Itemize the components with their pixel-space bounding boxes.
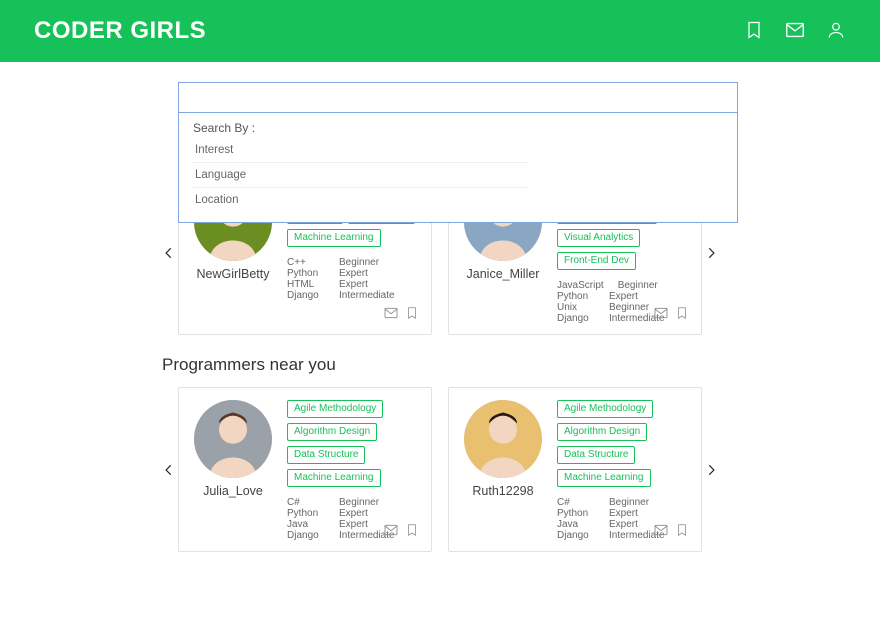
skill-row: JavaScript Beginner	[557, 280, 687, 291]
bookmark-icon[interactable]	[744, 20, 764, 43]
search-option-location[interactable]: Location	[193, 188, 527, 212]
skill-level: Expert	[609, 519, 638, 530]
skill-row: HTML Expert	[287, 279, 417, 290]
skill-row: Python Expert	[287, 268, 417, 279]
skill-level: Expert	[339, 268, 368, 279]
interest-tag[interactable]: Agile Methodology	[557, 400, 653, 418]
skill-lang: Django	[557, 530, 595, 541]
skill-level: Expert	[609, 508, 638, 519]
chevron-left-icon[interactable]	[160, 246, 178, 260]
skill-lang: Unix	[557, 302, 595, 313]
interest-tag[interactable]: Machine Learning	[557, 469, 651, 487]
skills-list: C++ Beginner Python Expert HTML Expert Django I…	[287, 257, 417, 301]
card-actions	[383, 305, 419, 324]
skill-level: Expert	[609, 291, 638, 302]
chevron-right-icon[interactable]	[702, 246, 720, 260]
card-actions	[653, 305, 689, 324]
username[interactable]: Ruth12298	[472, 484, 533, 498]
avatar[interactable]	[464, 400, 542, 478]
chevron-right-icon[interactable]	[702, 463, 720, 477]
bookmark-icon[interactable]	[405, 305, 419, 324]
profile-card: Ruth12298 Agile Methodology Algorithm Des…	[448, 387, 702, 552]
tag-row: Agile Methodology Algorithm Design Data St…	[557, 400, 687, 487]
skill-row: C# Beginner	[287, 497, 417, 508]
username[interactable]: Julia_Love	[203, 484, 263, 498]
skill-lang: HTML	[287, 279, 325, 290]
bookmark-icon[interactable]	[675, 522, 689, 541]
brand-title: CODER GIRLS	[34, 17, 206, 45]
skill-lang: C++	[287, 257, 325, 268]
interest-tag[interactable]: Machine Learning	[287, 469, 381, 487]
skill-lang: Python	[287, 268, 325, 279]
skill-row: C++ Beginner	[287, 257, 417, 268]
skill-level: Intermediate	[339, 290, 395, 301]
skill-lang: C#	[557, 497, 595, 508]
bookmark-icon[interactable]	[675, 305, 689, 324]
skill-row: Django Intermediate	[287, 290, 417, 301]
cards-near-you: Julia_Love Agile Methodology Algorithm De…	[178, 387, 702, 552]
skill-level: Expert	[339, 279, 368, 290]
skill-lang: JavaScript	[557, 280, 604, 291]
skill-level: Expert	[339, 519, 368, 530]
interest-tag[interactable]: Agile Methodology	[287, 400, 383, 418]
username[interactable]: NewGirlBetty	[197, 267, 270, 281]
top-actions	[744, 19, 846, 44]
carousel-near-you: Julia_Love Agile Methodology Algorithm De…	[160, 387, 720, 552]
skill-lang: C#	[287, 497, 325, 508]
skill-lang: Django	[287, 530, 325, 541]
avatar[interactable]	[194, 400, 272, 478]
skill-row: Python Expert	[287, 508, 417, 519]
skill-level: Expert	[339, 508, 368, 519]
skill-level: Beginner	[339, 497, 379, 508]
bookmark-icon[interactable]	[405, 522, 419, 541]
chevron-left-icon[interactable]	[160, 463, 178, 477]
skill-lang: Python	[287, 508, 325, 519]
mail-icon[interactable]	[653, 305, 669, 324]
section-title: Programmers near you	[162, 355, 720, 375]
skill-level: Beginner	[609, 497, 649, 508]
skill-level: Beginner	[609, 302, 649, 313]
interest-tag[interactable]: Front-End Dev	[557, 252, 636, 270]
user-icon[interactable]	[826, 20, 846, 43]
skill-lang: Django	[287, 290, 325, 301]
interest-tag[interactable]: Data Structure	[557, 446, 635, 464]
skill-level: Beginner	[339, 257, 379, 268]
mail-icon[interactable]	[784, 19, 806, 44]
interest-tag[interactable]: Algorithm Design	[287, 423, 377, 441]
search-option-language[interactable]: Language	[193, 163, 527, 188]
search-panel: Search By : Interest Language Location	[178, 82, 738, 223]
skill-lang: Java	[557, 519, 595, 530]
skill-row: Python Expert	[557, 291, 687, 302]
tag-row: Agile Methodology Algorithm Design Data St…	[287, 400, 417, 487]
interest-tag[interactable]: Visual Analytics	[557, 229, 640, 247]
search-by-label: Search By :	[193, 121, 723, 135]
top-bar: CODER GIRLS	[0, 0, 880, 62]
interest-tag[interactable]: Machine Learning	[287, 229, 381, 247]
skill-lang: Java	[287, 519, 325, 530]
search-input[interactable]	[179, 83, 737, 113]
interest-tag[interactable]: Data Structure	[287, 446, 365, 464]
skill-lang: Python	[557, 291, 595, 302]
mail-icon[interactable]	[383, 522, 399, 541]
username[interactable]: Janice_Miller	[467, 267, 540, 281]
interest-tag[interactable]: Algorithm Design	[557, 423, 647, 441]
card-actions	[653, 522, 689, 541]
card-actions	[383, 522, 419, 541]
search-option-interest[interactable]: Interest	[193, 138, 527, 163]
profile-card: Julia_Love Agile Methodology Algorithm De…	[178, 387, 432, 552]
skill-row: C# Beginner	[557, 497, 687, 508]
skill-lang: Django	[557, 313, 595, 324]
skill-lang: Python	[557, 508, 595, 519]
skill-row: Python Expert	[557, 508, 687, 519]
mail-icon[interactable]	[383, 305, 399, 324]
mail-icon[interactable]	[653, 522, 669, 541]
skill-level: Beginner	[618, 280, 658, 291]
